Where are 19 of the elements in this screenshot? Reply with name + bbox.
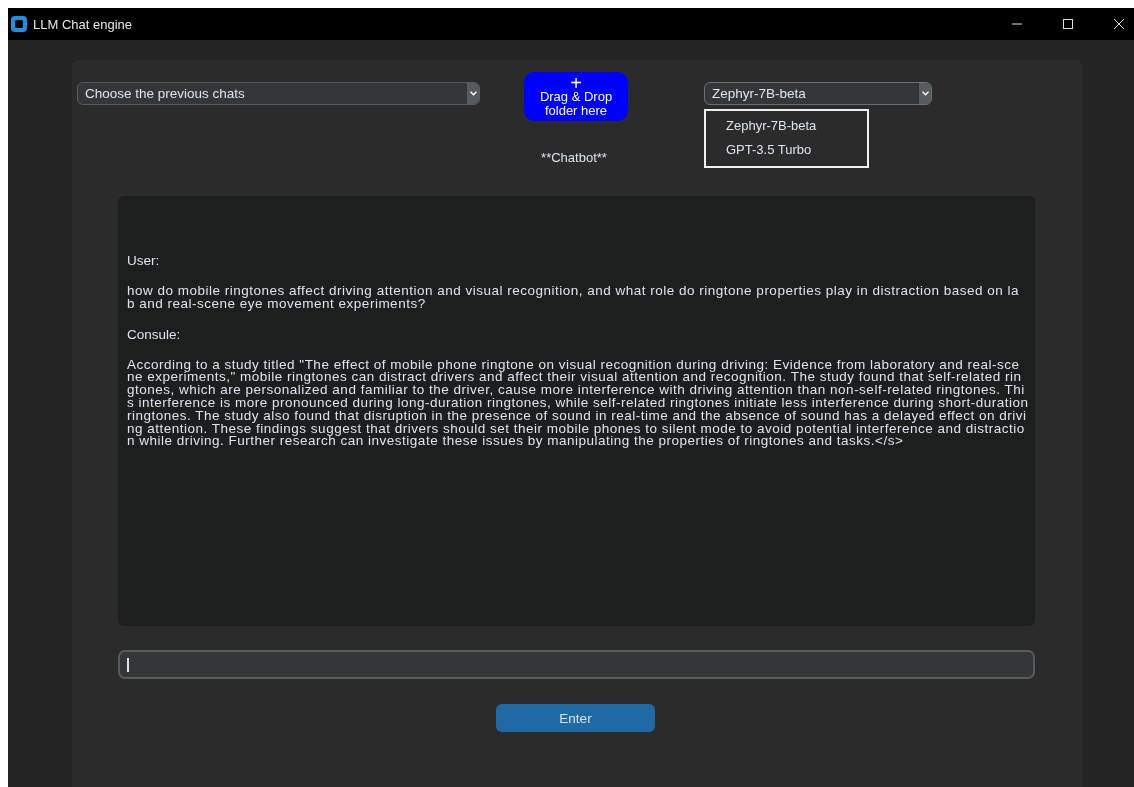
- text-cursor: [127, 657, 129, 672]
- menu-item[interactable]: Zephyr-7B-beta: [706, 114, 867, 138]
- chevron-icon: [469, 91, 477, 96]
- menu-item[interactable]: GPT-3.5 Turbo: [706, 138, 867, 162]
- maximize-icon[interactable]: [1062, 18, 1074, 30]
- message-input[interactable]: [118, 650, 1035, 679]
- speaker-label: Consule:: [127, 326, 182, 343]
- close-icon[interactable]: [1113, 18, 1125, 30]
- speaker-label: User:: [127, 253, 161, 269]
- model-dropdown[interactable]: Zephyr-7B-beta: [704, 82, 932, 105]
- enter-button[interactable]: Enter: [496, 704, 655, 732]
- chatbot-heading: **Chatbot**: [541, 150, 607, 165]
- window-title: LLM Chat engine: [33, 16, 132, 32]
- chevron-icon: [921, 91, 929, 96]
- message-text: how do mobile ringtones affect driving attention and visual recognition, and what role do ringtone properties play in distraction based on la b and real-scene eye movement experiments?: [127, 285, 1020, 311]
- app-icon: [11, 16, 27, 32]
- message-text: According to a study titled "The effect of mobile phone ringtone on visual recognition during driving: Evidence from laboratory and real-sce ne experiments," mobile ringtones can distract drivers and affect their visual attention and recognition. The study found that self-related rin gtones, which are personalized and familiar to the driver, cause more interference with driving attention than non-self-related ringtones. Thi s interference is more pronounced during long-duration ringtones, while self-related ringtones initiate less interference during short-duration ringtones. The study also found that disruption in the presence of sound in real-time and the absence of sound has a delayed effect on drivi ng attention. These findings suggest that drivers should set their mobile phones to silent mode to avoid potential interference and distractio n while driving. Further research can investigate these issues by manipulating the properties of ringtones and tasks.</s>: [127, 358, 1030, 449]
- drop-zone-button[interactable]: + Drag & Drop folder here: [524, 72, 628, 121]
- chat-history-dropdown[interactable]: Choose the previous chats: [77, 82, 480, 105]
